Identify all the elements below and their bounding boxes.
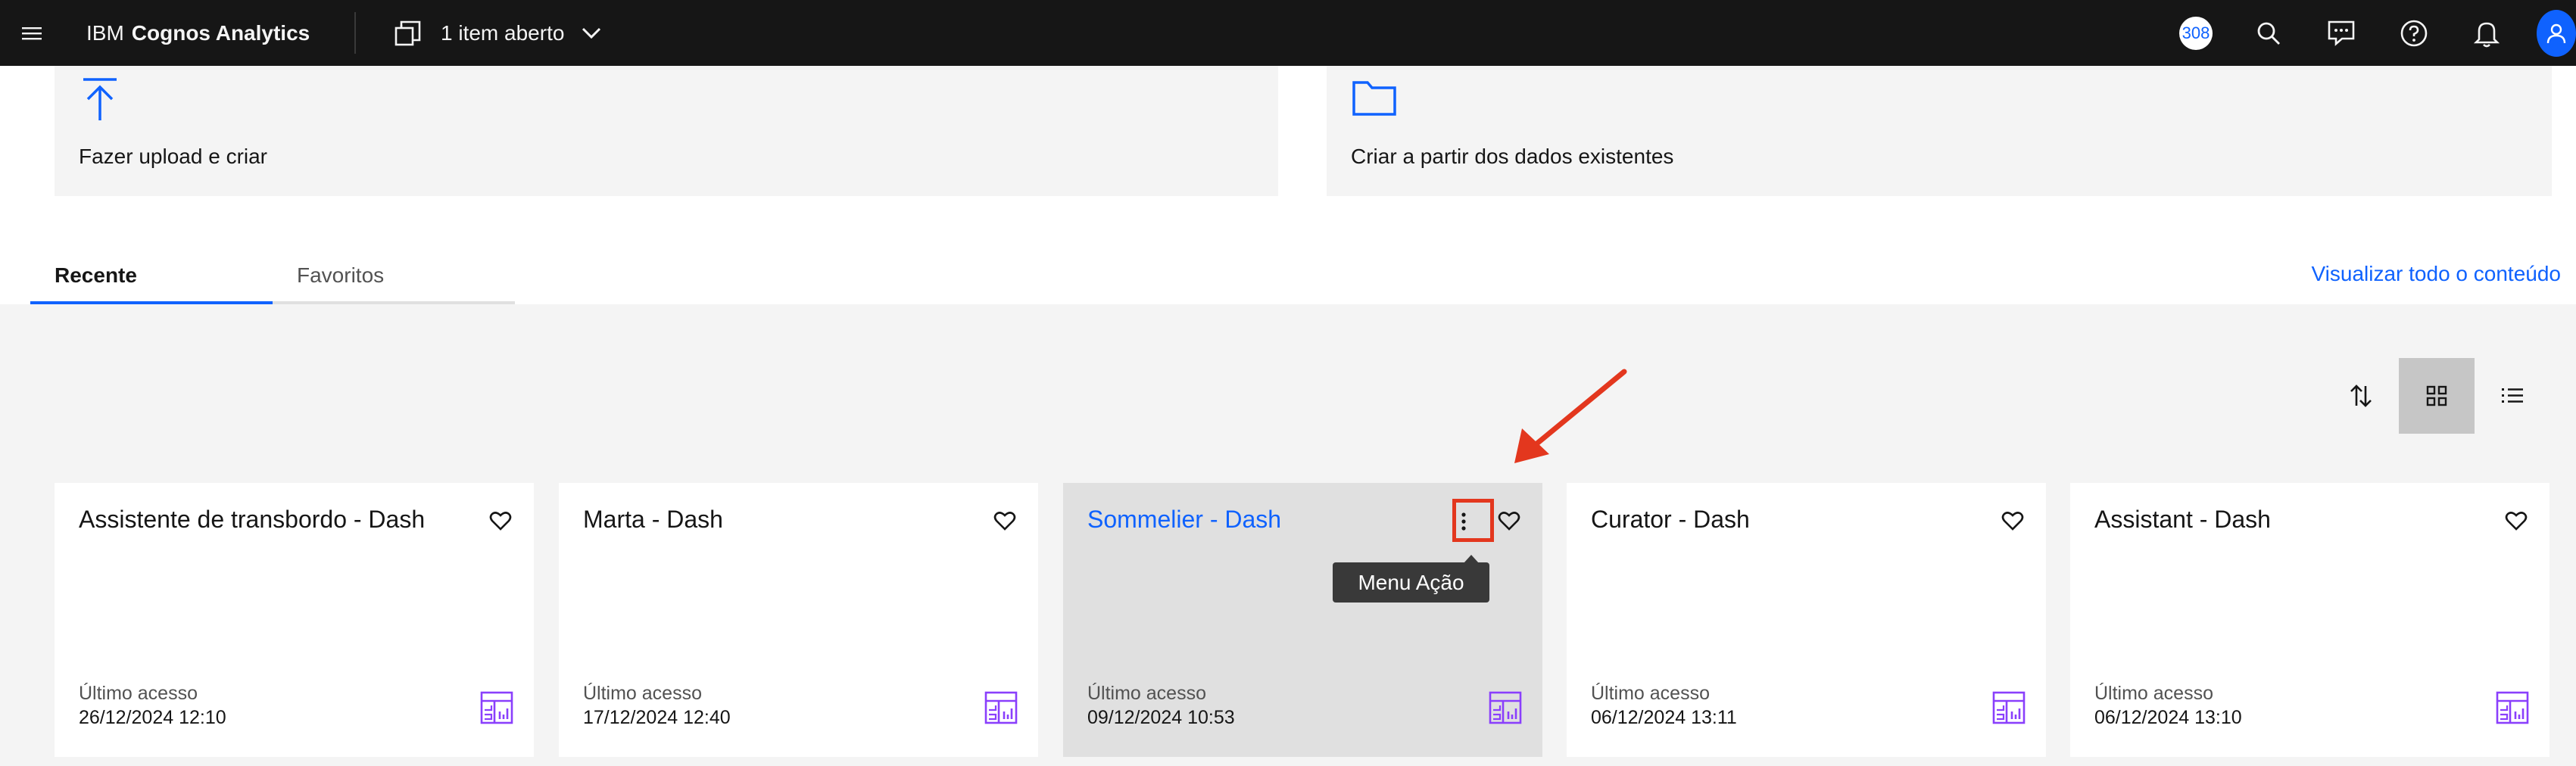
action-menu-tooltip: Menu Ação [1333,562,1489,603]
content-card[interactable]: Assistente de transbordo - Dash Último a… [55,483,534,757]
card-title: Marta - Dash [583,506,723,533]
content-card[interactable]: Curator - Dash Último acesso 06/12/2024 … [1567,483,2046,757]
content-tabs: Recente Favoritos [30,250,515,304]
open-items-switcher[interactable]: 1 item aberto [394,0,602,66]
last-access-date: 09/12/2024 10:53 [1087,707,1235,728]
tab-recent[interactable]: Recente [30,250,273,304]
notifications-bell-icon[interactable] [2450,0,2523,66]
help-icon[interactable] [2378,0,2450,66]
card-title: Sommelier - Dash [1087,506,1282,533]
sort-icon[interactable] [2323,358,2399,434]
upload-icon [79,76,121,123]
last-access-label: Último acesso [79,683,198,704]
last-access-label: Último acesso [1087,683,1206,704]
tab-favorites[interactable]: Favoritos [273,250,515,304]
header-divider [354,12,356,54]
card-title: Assistant - Dash [2094,506,2271,533]
search-icon[interactable] [2232,0,2305,66]
favorite-heart-icon[interactable] [2500,504,2533,537]
last-access-label: Último acesso [583,683,702,704]
favorite-heart-icon[interactable] [988,504,1021,537]
create-from-existing-tile[interactable]: Criar a partir dos dados existentes [1327,66,2552,196]
favorite-heart-icon[interactable] [1492,504,1526,537]
app-brand[interactable]: IBM Cognos Analytics [86,0,310,66]
last-access-date: 06/12/2024 13:11 [1591,707,1737,728]
last-access-date: 17/12/2024 12:40 [583,707,731,728]
annotation-arrow-icon [1499,366,1628,480]
dashboard-icon [1991,690,2026,725]
content-card[interactable]: Assistant - Dash Último acesso 06/12/202… [2070,483,2549,757]
user-icon [2537,9,2576,57]
open-items-icon [394,19,424,48]
last-access-date: 06/12/2024 13:10 [2094,707,2242,728]
hamburger-menu-icon[interactable] [15,17,48,50]
top-header-bar: IBM Cognos Analytics 1 item aberto 308 [0,0,2576,66]
favorite-heart-icon[interactable] [484,504,517,537]
dashboard-icon [1488,690,1523,725]
brand-product: Cognos Analytics [131,20,310,45]
user-avatar[interactable] [2523,0,2576,66]
content-card[interactable]: Marta - Dash Último acesso 17/12/2024 12… [559,483,1038,757]
counter-badge-button[interactable]: 308 [2160,0,2232,66]
view-all-content-link[interactable]: Visualizar todo o conteúdo [2312,262,2562,286]
favorite-heart-icon[interactable] [1996,504,2029,537]
annotation-highlight-box [1452,499,1494,542]
upload-and-create-label: Fazer upload e criar [79,145,268,168]
open-items-label: 1 item aberto [441,20,565,45]
header-actions: 308 [2160,0,2576,66]
counter-badge: 308 [2179,16,2213,50]
card-title: Assistente de transbordo - Dash [79,506,426,533]
dashboard-icon [984,690,1018,725]
chat-assistant-icon[interactable] [2305,0,2378,66]
upload-and-create-tile[interactable]: Fazer upload e criar [55,66,1278,196]
list-view-icon[interactable] [2475,358,2550,434]
view-toolbar [2323,358,2550,434]
dashboard-icon [479,690,514,725]
create-from-existing-label: Criar a partir dos dados existentes [1351,145,1674,168]
chevron-down-icon [581,26,602,40]
card-title: Curator - Dash [1591,506,1750,533]
last-access-label: Último acesso [2094,683,2213,704]
last-access-date: 26/12/2024 12:10 [79,707,226,728]
last-access-label: Último acesso [1591,683,1710,704]
brand-prefix: IBM [86,20,124,45]
dashboard-icon [2495,690,2530,725]
grid-view-icon[interactable] [2399,358,2475,434]
folder-icon [1351,76,1398,119]
